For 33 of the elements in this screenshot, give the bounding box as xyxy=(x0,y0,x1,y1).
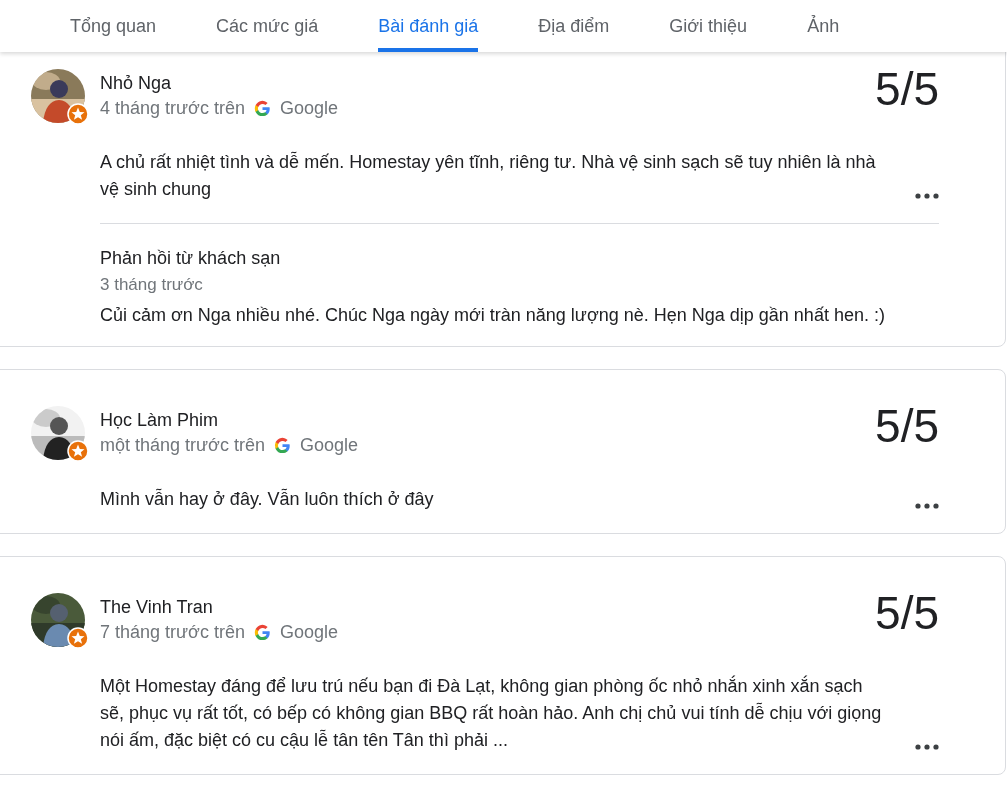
more-icon[interactable] xyxy=(915,193,939,199)
more-icon[interactable] xyxy=(915,503,939,509)
review-source: Google xyxy=(279,622,338,643)
reviewer-name[interactable]: Nhỏ Nga xyxy=(100,73,876,94)
google-logo-icon xyxy=(252,623,272,642)
star-badge-icon xyxy=(67,440,89,462)
google-logo-icon xyxy=(252,99,272,118)
review-source: Google xyxy=(299,435,358,456)
review-score: 5/5 xyxy=(875,62,939,116)
response-title: Phản hồi từ khách sạn xyxy=(100,248,282,269)
google-logo-icon xyxy=(272,436,292,455)
tab[interactable]: Các mức giá xyxy=(216,0,319,52)
tab[interactable]: Ảnh xyxy=(807,0,840,52)
review-time: 4 tháng trước trên xyxy=(100,98,245,119)
review-time: một tháng trước trên xyxy=(100,435,265,456)
review-score: 5/5 xyxy=(875,399,939,453)
response-text: Củi cảm ơn Nga nhiều nhé. Chúc Nga ngày mới tràn năng lượng nè. Hẹn Nga dịp gần nhất hen. :) xyxy=(100,305,886,326)
tab[interactable]: Địa điểm xyxy=(538,0,610,52)
reviewer-name[interactable]: Học Làm Phim xyxy=(100,410,876,431)
review-text: A chủ rất nhiệt tình và dễ mến. Homestay yên tĩnh, riêng tư. Nhà vệ sinh sạch sẽ tuy nhiên là nhà vệ sinh chung xyxy=(100,150,877,201)
tab[interactable]: Tổng quan xyxy=(70,0,157,52)
review-time: 7 tháng trước trên xyxy=(100,622,245,643)
review-score: 5/5 xyxy=(875,586,939,640)
tab[interactable]: Giới thiệu xyxy=(669,0,748,52)
response-time: 3 tháng trước xyxy=(100,275,204,295)
tab[interactable]: Bài đánh giá xyxy=(378,0,479,52)
review-text: Một Homestay đáng để lưu trú nếu bạn đi Đà Lạt, không gian phòng ốc nhỏ nhắn xinh xắn sạch sẽ, phục vụ rất tốt, có bếp có không gian BBQ rất hoàn hảo. Anh chị chủ vui tính dễ chịu với giọng nói ấm, đặc biệt có cu cậu lễ tân tên Tân thì phải ... xyxy=(100,674,883,752)
star-badge-icon xyxy=(67,103,89,125)
more-icon[interactable] xyxy=(915,744,939,750)
review-source: Google xyxy=(279,98,338,119)
review-text: Mình vẫn hay ở đây. Vẫn luôn thích ở đây xyxy=(100,487,435,511)
reviewer-name[interactable]: The Vinh Tran xyxy=(100,597,876,618)
star-badge-icon xyxy=(67,627,89,649)
